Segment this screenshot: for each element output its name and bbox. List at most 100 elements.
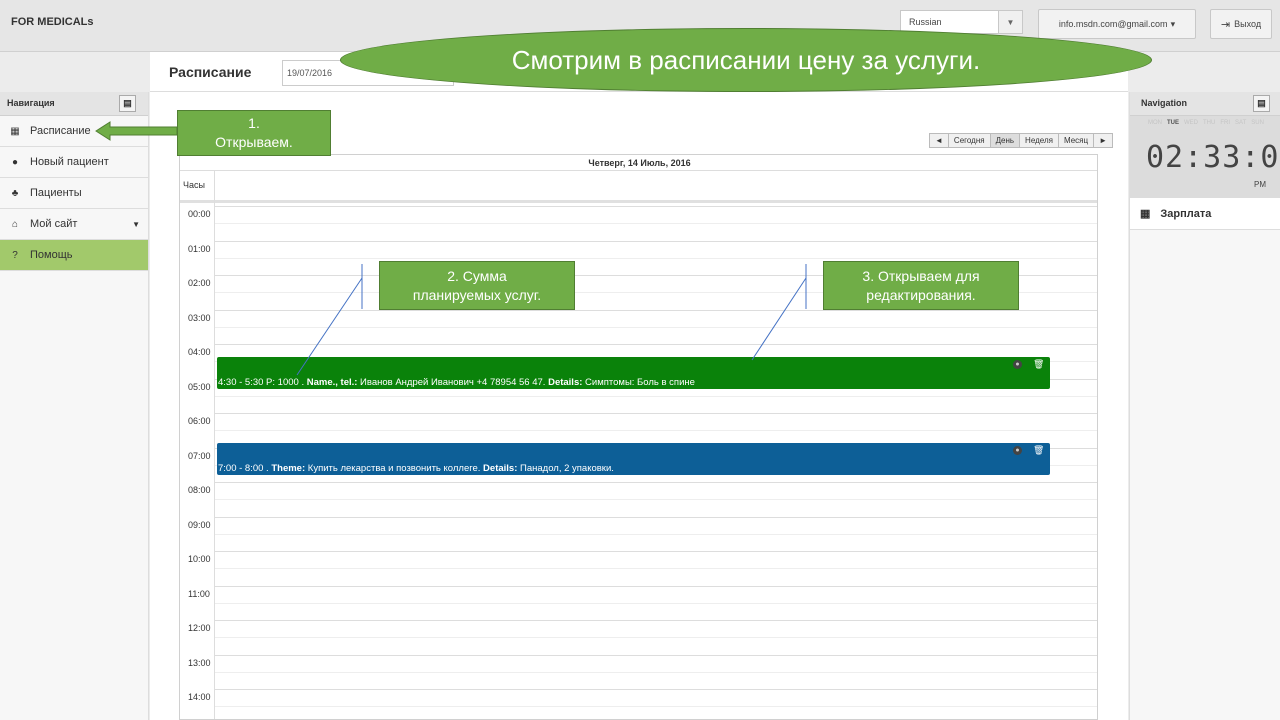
hour-label: 08:00 xyxy=(188,485,211,495)
weekday: WED xyxy=(1184,120,1198,126)
users-icon: ♣ xyxy=(11,187,19,199)
user-email: info.msdn.com@gmail.com xyxy=(1058,19,1168,29)
hour-line xyxy=(215,482,1097,483)
hour-line xyxy=(215,620,1097,621)
sidebar-item-label: Помощь xyxy=(30,249,73,261)
half-hour-slot[interactable] xyxy=(215,257,1097,259)
hour-label: 01:00 xyxy=(188,243,211,254)
left-navigation: Навигация ▤ ▦ Расписание ● Новый пациент… xyxy=(0,92,149,720)
sidebar-item-label: Мой сайт xyxy=(30,218,78,230)
sidebar-item-label: Расписание xyxy=(30,125,91,137)
calendar-event[interactable]: ● 🗑 7:00 - 8:00 . Theme: Купить лекарств… xyxy=(217,443,1050,475)
calendar-event[interactable]: ● 🗑 4:30 - 5:30 P: 1000 . Name., tel.: И… xyxy=(217,357,1050,389)
sidebar-item-schedule[interactable]: ▦ Расписание xyxy=(0,116,148,147)
annotation-bubble: Смотрим в расписании цену за услуги. xyxy=(340,28,1152,92)
calculator-icon: ▦ xyxy=(1140,208,1151,220)
half-hour-slot[interactable] xyxy=(215,395,1097,397)
hour-label: 06:00 xyxy=(188,416,211,426)
right-panel-header: Navigation ▤ xyxy=(1130,92,1280,116)
next-button[interactable]: ► xyxy=(1094,134,1112,147)
hour-label: 03:00 xyxy=(188,312,211,323)
exit-button[interactable]: ⇥ Выход xyxy=(1210,9,1272,39)
day-view-button[interactable]: День xyxy=(990,134,1021,147)
annotation-note-3: 3. Открываем для редактирования. xyxy=(823,261,1019,310)
half-hour-slot[interactable] xyxy=(215,671,1097,673)
weekday: SAT xyxy=(1235,120,1247,126)
sidebar-item-label: Зарплата xyxy=(1160,207,1212,220)
hour-label: 04:00 xyxy=(188,347,211,357)
am-pm-label: PM xyxy=(1254,180,1266,189)
brand-logo[interactable]: FOR MEDICALs xyxy=(11,16,94,28)
user-icon: ● xyxy=(11,156,19,168)
half-hour-slot[interactable] xyxy=(215,430,1097,432)
right-panel-title: Navigation xyxy=(1141,98,1188,108)
user-menu-button[interactable]: info.msdn.com@gmail.com ▾ xyxy=(1038,9,1196,39)
hour-line xyxy=(215,654,1097,656)
page-title: Расписание xyxy=(169,64,252,80)
annotation-note-1: 1. Открываем. xyxy=(177,110,331,156)
collapse-toggle-icon[interactable]: ▤ xyxy=(119,95,136,112)
edit-icon[interactable]: ● xyxy=(1013,360,1022,369)
weekday-row: MON TUE WED THU FRI SAT SUN xyxy=(1148,120,1264,126)
hour-label: 02:00 xyxy=(188,278,211,288)
prev-button[interactable]: ◄ xyxy=(930,134,949,147)
caret-down-icon: ▼ xyxy=(132,219,140,229)
language-value: Russian xyxy=(909,17,942,27)
annotation-note-2: 2. Сумма планируемых услуг. xyxy=(379,261,575,310)
month-view-button[interactable]: Месяц xyxy=(1059,134,1095,147)
trash-icon[interactable]: 🗑 xyxy=(1033,446,1044,455)
hour-line xyxy=(215,413,1097,414)
sidebar-item-salary[interactable]: ▦ Зарплата xyxy=(1130,198,1280,230)
sidebar-item-patients[interactable]: ♣ Пациенты xyxy=(0,178,148,209)
half-hour-slot[interactable] xyxy=(215,223,1097,225)
hour-line xyxy=(215,689,1097,690)
right-panel: Navigation ▤ MON TUE WED THU FRI SAT SUN… xyxy=(1129,92,1280,720)
half-hour-slot[interactable] xyxy=(215,637,1097,639)
exit-label: Выход xyxy=(1234,19,1262,29)
sidebar-item-my-site[interactable]: ⌂ Мой сайт ▼ xyxy=(0,209,148,240)
edit-icon[interactable]: ● xyxy=(1013,446,1022,455)
hour-label: 05:00 xyxy=(188,381,211,392)
event-text: 4:30 - 5:30 P: 1000 . Name., tel.: Ивано… xyxy=(218,377,695,388)
question-icon: ? xyxy=(12,249,18,261)
day-title: Четверг, 14 Июль, 2016 xyxy=(180,155,1097,171)
clock-widget: MON TUE WED THU FRI SAT SUN 02:33:09 PM xyxy=(1130,116,1280,198)
hour-label: 00:00 xyxy=(188,209,211,219)
logout-icon: ⇥ xyxy=(1220,18,1231,31)
hour-line xyxy=(215,551,1097,552)
sidebar-item-help[interactable]: ? Помощь xyxy=(0,240,148,271)
hour-label: 09:00 xyxy=(188,519,211,530)
home-icon: ⌂ xyxy=(11,218,19,230)
today-button[interactable]: Сегодня xyxy=(949,134,991,147)
hour-line xyxy=(215,516,1097,518)
allday-row: Часы xyxy=(180,171,1097,203)
weekday: THU xyxy=(1203,120,1216,126)
calendar-view-buttons: ◄ Сегодня День Неделя Месяц ► xyxy=(929,133,1113,148)
sidebar-item-new-patient[interactable]: ● Новый пациент xyxy=(0,147,148,178)
weekday: MON xyxy=(1148,120,1162,126)
half-hour-slot[interactable] xyxy=(215,602,1097,604)
hours-label: Часы xyxy=(183,180,205,190)
half-hour-slot[interactable] xyxy=(215,533,1097,535)
weekday: FRI xyxy=(1220,120,1231,126)
half-hour-slot[interactable] xyxy=(215,706,1097,708)
nav-header-title: Навигация xyxy=(7,98,55,108)
collapse-toggle-icon[interactable]: ▤ xyxy=(1253,95,1270,112)
hour-line xyxy=(215,585,1097,587)
sidebar-item-label: Новый пациент xyxy=(30,156,109,168)
calendar-icon: ▦ xyxy=(10,125,20,137)
half-hour-slot[interactable] xyxy=(215,326,1097,328)
hour-label: 12:00 xyxy=(188,623,211,633)
chevron-down-icon[interactable]: ▼ xyxy=(998,11,1022,33)
half-hour-slot[interactable] xyxy=(215,499,1097,501)
hour-label: 11:00 xyxy=(188,588,210,599)
half-hour-slot[interactable] xyxy=(215,568,1097,570)
weekday: SUN xyxy=(1251,120,1264,126)
sidebar-item-label: Пациенты xyxy=(30,187,82,199)
week-view-button[interactable]: Неделя xyxy=(1020,134,1059,147)
hour-label: 13:00 xyxy=(188,657,211,668)
trash-icon[interactable]: 🗑 xyxy=(1033,360,1044,369)
event-text: 7:00 - 8:00 . Theme: Купить лекарства и … xyxy=(218,463,614,474)
calendar-day-grid: Четверг, 14 Июль, 2016 Часы 00:00 01:00 02… xyxy=(179,154,1098,720)
hour-label: 14:00 xyxy=(188,692,211,702)
